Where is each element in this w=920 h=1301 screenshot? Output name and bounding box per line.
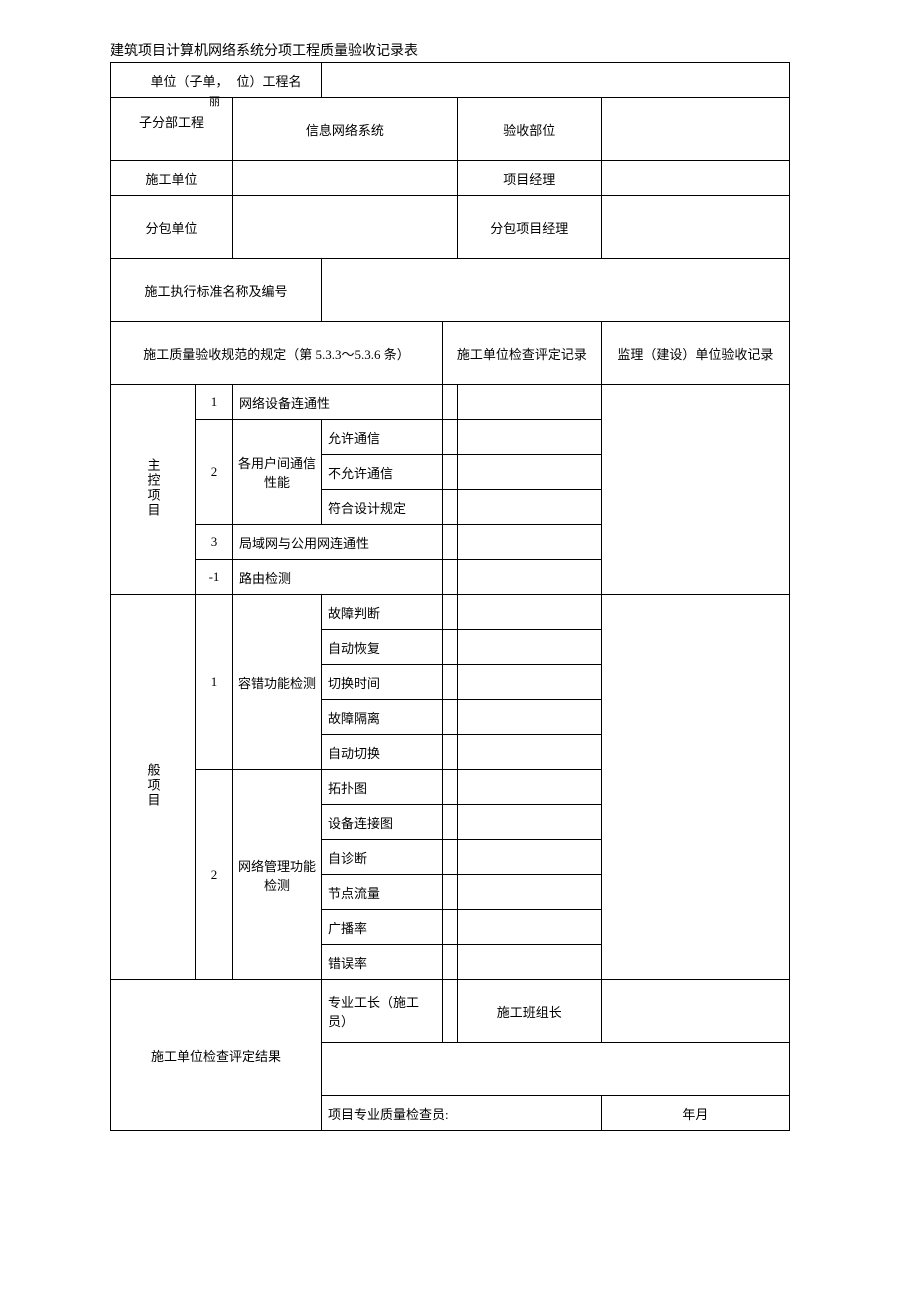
- g-2b-check[interactable]: [443, 805, 458, 840]
- mc-3-label: 局域网与公用网连通性: [233, 525, 443, 560]
- inspector-label: 项目专业质量检查员:: [322, 1096, 602, 1131]
- inspection-table: 单位（子单， 位）工程名 子分部工程 丽 信息网络系统 验收部位 施工单位 项目…: [110, 62, 790, 1131]
- check-record-label: 施工单位检查评定记录: [443, 322, 602, 385]
- g-1-num: 1: [196, 595, 233, 770]
- main-ctrl-title: 主控项目: [111, 385, 196, 595]
- g-1e-check[interactable]: [443, 735, 458, 770]
- unit-label-b: 位）工程名: [233, 63, 322, 98]
- mc-1-check[interactable]: [443, 385, 458, 420]
- sub-pm-value[interactable]: [601, 196, 789, 259]
- g-2a-check[interactable]: [443, 770, 458, 805]
- standard-label: 施工执行标准名称及编号: [111, 259, 322, 322]
- g-2b-check2[interactable]: [457, 805, 601, 840]
- mc-2c-check2[interactable]: [457, 490, 601, 525]
- g-2b: 设备连接图: [322, 805, 443, 840]
- foreman-label: 专业工长（施工员）: [322, 980, 443, 1043]
- g-2d-check[interactable]: [443, 875, 458, 910]
- mc-4-check[interactable]: [443, 560, 458, 595]
- g-1b-check2[interactable]: [457, 630, 601, 665]
- mc-4-num: -1: [196, 560, 233, 595]
- mc-2c-check[interactable]: [443, 490, 458, 525]
- sub-div-value: 信息网络系统: [233, 98, 458, 161]
- accept-part-value[interactable]: [601, 98, 789, 161]
- mc-1-num: 1: [196, 385, 233, 420]
- g-1b-check[interactable]: [443, 630, 458, 665]
- g-2d: 节点流量: [322, 875, 443, 910]
- constructor-value[interactable]: [233, 161, 458, 196]
- mc-2-num: 2: [196, 420, 233, 525]
- g-1c-check2[interactable]: [457, 665, 601, 700]
- foreman-value[interactable]: [443, 980, 458, 1043]
- g-2e: 广播率: [322, 910, 443, 945]
- g-1d-check[interactable]: [443, 700, 458, 735]
- g-2d-check2[interactable]: [457, 875, 601, 910]
- result-blank[interactable]: [322, 1043, 790, 1096]
- g-1d-check2[interactable]: [457, 700, 601, 735]
- mc-3-num: 3: [196, 525, 233, 560]
- g-2a-check2[interactable]: [457, 770, 601, 805]
- accept-part-label: 验收部位: [457, 98, 601, 161]
- g-1a-check2[interactable]: [457, 595, 601, 630]
- g-2a: 拓扑图: [322, 770, 443, 805]
- mc-4-check2[interactable]: [457, 560, 601, 595]
- supervisor-record-label: 监理（建设）单位验收记录: [601, 322, 789, 385]
- g-2e-check[interactable]: [443, 910, 458, 945]
- mc-2a: 允许通信: [322, 420, 443, 455]
- g-2-label: 网络管理功能检测: [233, 770, 322, 980]
- mc-2-label: 各用户间通信性能: [233, 420, 322, 525]
- subcontractor-value[interactable]: [233, 196, 458, 259]
- team-leader-label: 施工班组长: [457, 980, 601, 1043]
- page-title: 建筑项目计算机网络系统分项工程质量验收记录表: [60, 40, 860, 60]
- g-2f-check[interactable]: [443, 945, 458, 980]
- pm-value[interactable]: [601, 161, 789, 196]
- g-1e-check2[interactable]: [457, 735, 601, 770]
- subcontractor-label: 分包单位: [111, 196, 233, 259]
- mc-2a-check[interactable]: [443, 420, 458, 455]
- g-1d: 故障隔离: [322, 700, 443, 735]
- standard-value[interactable]: [322, 259, 790, 322]
- g-1b: 自动恢复: [322, 630, 443, 665]
- mc-1-label: 网络设备连通性: [233, 385, 443, 420]
- constructor-label: 施工单位: [111, 161, 233, 196]
- sub-pm-label: 分包项目经理: [457, 196, 601, 259]
- g-1a-check[interactable]: [443, 595, 458, 630]
- g-supervisor[interactable]: [601, 595, 789, 980]
- mc-supervisor[interactable]: [601, 385, 789, 595]
- g-2f: 错误率: [322, 945, 443, 980]
- mc-4-label: 路由检测: [233, 560, 443, 595]
- mc-2b: 不允许通信: [322, 455, 443, 490]
- g-2e-check2[interactable]: [457, 910, 601, 945]
- g-1a: 故障判断: [322, 595, 443, 630]
- g-2c-check[interactable]: [443, 840, 458, 875]
- mc-2b-check2[interactable]: [457, 455, 601, 490]
- general-title: 般项目: [111, 595, 196, 980]
- g-1c: 切换时间: [322, 665, 443, 700]
- pm-label: 项目经理: [457, 161, 601, 196]
- mc-1-check2[interactable]: [457, 385, 601, 420]
- mc-3-check2[interactable]: [457, 525, 601, 560]
- g-1e: 自动切换: [322, 735, 443, 770]
- g-2c-check2[interactable]: [457, 840, 601, 875]
- mc-2b-check[interactable]: [443, 455, 458, 490]
- g-2-num: 2: [196, 770, 233, 980]
- date-label: 年月: [601, 1096, 789, 1131]
- g-1-label: 容错功能检测: [233, 595, 322, 770]
- g-2c: 自诊断: [322, 840, 443, 875]
- mc-2a-check2[interactable]: [457, 420, 601, 455]
- mc-3-check[interactable]: [443, 525, 458, 560]
- mc-2c: 符合设计规定: [322, 490, 443, 525]
- unit-value[interactable]: [322, 63, 790, 98]
- result-label: 施工单位检查评定结果: [111, 980, 322, 1131]
- g-1c-check[interactable]: [443, 665, 458, 700]
- sub-div-label: 子分部工程 丽: [111, 98, 233, 161]
- g-2f-check2[interactable]: [457, 945, 601, 980]
- team-leader-value[interactable]: [601, 980, 789, 1043]
- spec-label: 施工质量验收规范的规定（第 5.3.3～5.3.6 条）: [111, 322, 443, 385]
